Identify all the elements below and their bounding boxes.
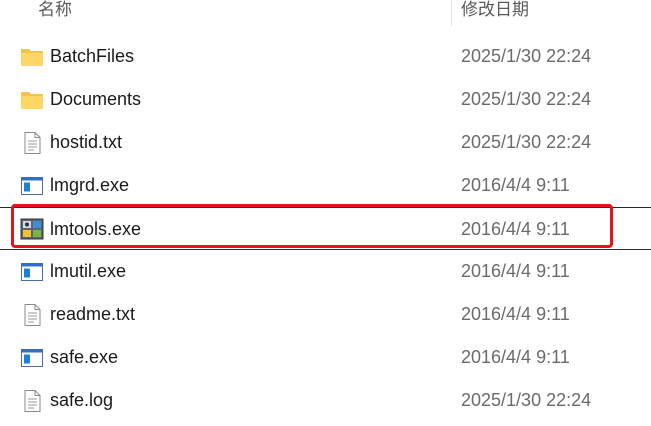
file-name: BatchFiles [50, 46, 135, 66]
file-date: 2016/4/4 9:11 [461, 219, 570, 239]
file-row-lmtools-exe[interactable]: lmtools.exe 2016/4/4 9:11 [0, 207, 651, 250]
column-header-bar: 名称 修改日期 [0, 0, 651, 26]
text-file-icon [20, 390, 44, 412]
file-date: 2016/4/4 9:11 [461, 304, 570, 324]
file-row-safe-log[interactable]: safe.log 2025/1/30 22:24 [0, 379, 651, 422]
file-row-hostid-txt[interactable]: hostid.txt 2025/1/30 22:24 [0, 121, 651, 164]
file-row-batchfiles[interactable]: BatchFiles 2025/1/30 22:24 [0, 35, 651, 78]
file-name: lmutil.exe [50, 261, 127, 281]
file-row-readme-txt[interactable]: readme.txt 2016/4/4 9:11 [0, 293, 651, 336]
file-name: hostid.txt [50, 132, 123, 152]
file-date: 2016/4/4 9:11 [461, 261, 570, 281]
exe-icon [20, 261, 44, 283]
file-name: safe.exe [50, 347, 119, 367]
exe-icon [20, 175, 44, 197]
file-date: 2025/1/30 22:24 [461, 46, 592, 66]
text-file-icon [20, 304, 44, 326]
text-file-icon [20, 132, 44, 154]
file-date: 2025/1/30 22:24 [461, 132, 592, 152]
file-row-lmgrd-exe[interactable]: lmgrd.exe 2016/4/4 9:11 [0, 164, 651, 207]
file-date: 2025/1/30 22:24 [461, 390, 592, 410]
file-name: lmgrd.exe [50, 175, 130, 195]
file-name: readme.txt [50, 304, 136, 324]
file-row-documents[interactable]: Documents 2025/1/30 22:24 [0, 78, 651, 121]
file-row-lmutil-exe[interactable]: lmutil.exe 2016/4/4 9:11 [0, 250, 651, 293]
file-explorer-list: 名称 修改日期 BatchFiles 2025/1/30 22:24 Docum… [0, 0, 651, 426]
exe-icon [20, 347, 44, 369]
file-name: lmtools.exe [50, 219, 142, 239]
column-divider[interactable] [451, 0, 452, 26]
column-header-name[interactable]: 名称 [38, 0, 72, 20]
file-date: 2025/1/30 22:24 [461, 89, 592, 109]
file-name: Documents [50, 89, 142, 109]
folder-icon [20, 46, 44, 68]
lmtools-icon [20, 218, 44, 240]
column-header-date-modified[interactable]: 修改日期 [461, 0, 529, 20]
file-date: 2016/4/4 9:11 [461, 175, 570, 195]
folder-icon [20, 89, 44, 111]
file-name: safe.log [50, 390, 114, 410]
file-date: 2016/4/4 9:11 [461, 347, 570, 367]
file-row-safe-exe[interactable]: safe.exe 2016/4/4 9:11 [0, 336, 651, 379]
